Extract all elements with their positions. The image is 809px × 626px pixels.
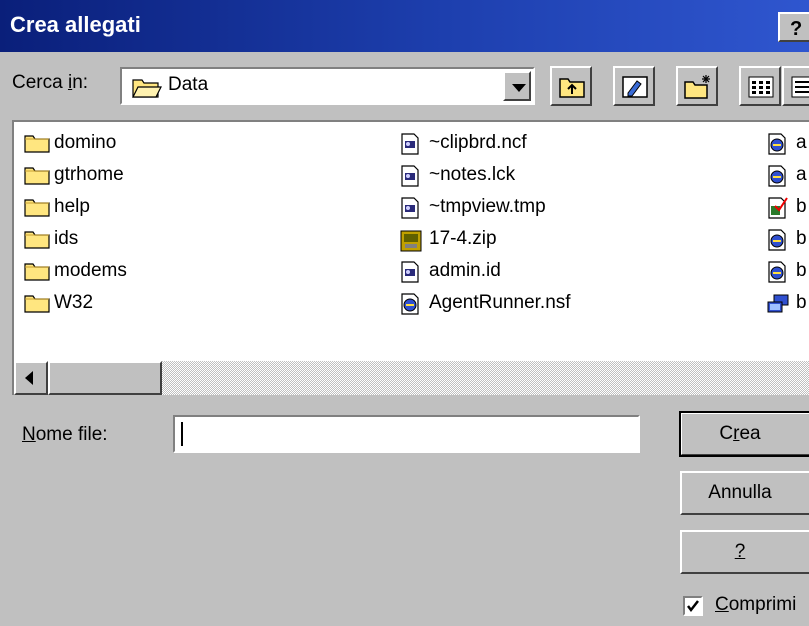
create-label-pre: C <box>719 423 734 444</box>
scroll-left-button[interactable] <box>14 361 48 395</box>
filename-label-accel: N <box>22 424 36 445</box>
file-name: domino <box>54 132 117 153</box>
filename-input[interactable] <box>173 415 640 453</box>
filename-label: Nome file: <box>22 424 108 446</box>
database-icon <box>766 165 788 193</box>
help-label: ? <box>734 541 746 562</box>
compress-checkbox[interactable] <box>683 596 703 616</box>
details-view-icon <box>791 76 809 98</box>
folder-icon <box>24 197 50 223</box>
up-one-level-icon <box>559 78 585 98</box>
new-folder-button[interactable] <box>676 66 718 106</box>
file-name: b <box>796 260 807 281</box>
new-folder-icon <box>684 75 710 99</box>
file-name: b <box>796 228 807 249</box>
folder-icon <box>24 261 50 287</box>
document-icon <box>399 165 421 193</box>
help-button[interactable]: ? <box>680 530 809 574</box>
file-name: b <box>796 196 807 217</box>
document-icon <box>399 133 421 161</box>
file-name: a <box>796 132 807 153</box>
details-view-button[interactable] <box>782 66 809 106</box>
network-icon <box>766 293 790 321</box>
look-in-value: Data <box>168 74 209 95</box>
database-icon <box>766 133 788 161</box>
folder-icon <box>24 293 50 319</box>
file-name: ~notes.lck <box>429 164 516 185</box>
title-help-button[interactable]: ? <box>778 12 809 42</box>
file-name: modems <box>54 260 127 281</box>
file-name: 17-4.zip <box>429 228 497 249</box>
look-in-label-post: n: <box>72 72 89 93</box>
horizontal-scrollbar[interactable] <box>14 361 809 395</box>
file-name: b <box>796 292 807 313</box>
file-name: ~clipbrd.ncf <box>429 132 527 153</box>
compress-label-accel: C <box>715 594 729 615</box>
filename-label-rest: ome file: <box>35 424 108 445</box>
file-name: AgentRunner.nsf <box>429 292 571 313</box>
template-icon <box>766 197 788 225</box>
cancel-button[interactable]: Annulla <box>680 471 809 515</box>
look-in-label: Cerca in: <box>12 72 88 94</box>
look-in-label-pre: Cerca <box>12 72 68 93</box>
zip-icon <box>399 229 425 259</box>
dropdown-arrow-button[interactable] <box>503 71 531 101</box>
file-name: help <box>54 196 90 217</box>
text-cursor <box>181 422 183 446</box>
folder-icon <box>24 229 50 255</box>
look-in-dropdown[interactable]: Data <box>120 67 535 105</box>
file-name: ids <box>54 228 79 249</box>
database-icon <box>766 229 788 257</box>
create-label-post: ea <box>739 423 761 444</box>
file-name: a <box>796 164 807 185</box>
document-icon <box>399 261 421 289</box>
window-title: Crea allegati <box>10 12 141 37</box>
list-view-icon <box>748 76 774 98</box>
document-icon <box>399 197 421 225</box>
folder-icon <box>24 165 50 191</box>
database-icon <box>399 293 421 321</box>
compress-label-rest: omprimi <box>728 594 797 615</box>
file-name: ~tmpview.tmp <box>429 196 546 217</box>
go-to-desktop-icon <box>622 76 648 98</box>
up-one-level-button[interactable] <box>550 66 592 106</box>
checkmark-icon <box>687 600 699 613</box>
folder-icon <box>24 133 50 159</box>
database-icon <box>766 261 788 289</box>
file-list[interactable]: domino gtrhome help ids modems W32 ~clipbrd.n… <box>12 120 809 395</box>
open-folder-icon <box>132 76 162 103</box>
list-view-button[interactable] <box>739 66 781 106</box>
compress-label[interactable]: Comprimi <box>715 594 796 616</box>
create-button[interactable]: Crea <box>679 411 809 457</box>
file-name: admin.id <box>429 260 501 281</box>
file-name: W32 <box>54 292 94 313</box>
file-name: gtrhome <box>54 164 124 185</box>
scroll-thumb[interactable] <box>48 361 162 395</box>
go-to-desktop-button[interactable] <box>613 66 655 106</box>
title-bar[interactable]: Crea allegati ? <box>0 0 809 52</box>
